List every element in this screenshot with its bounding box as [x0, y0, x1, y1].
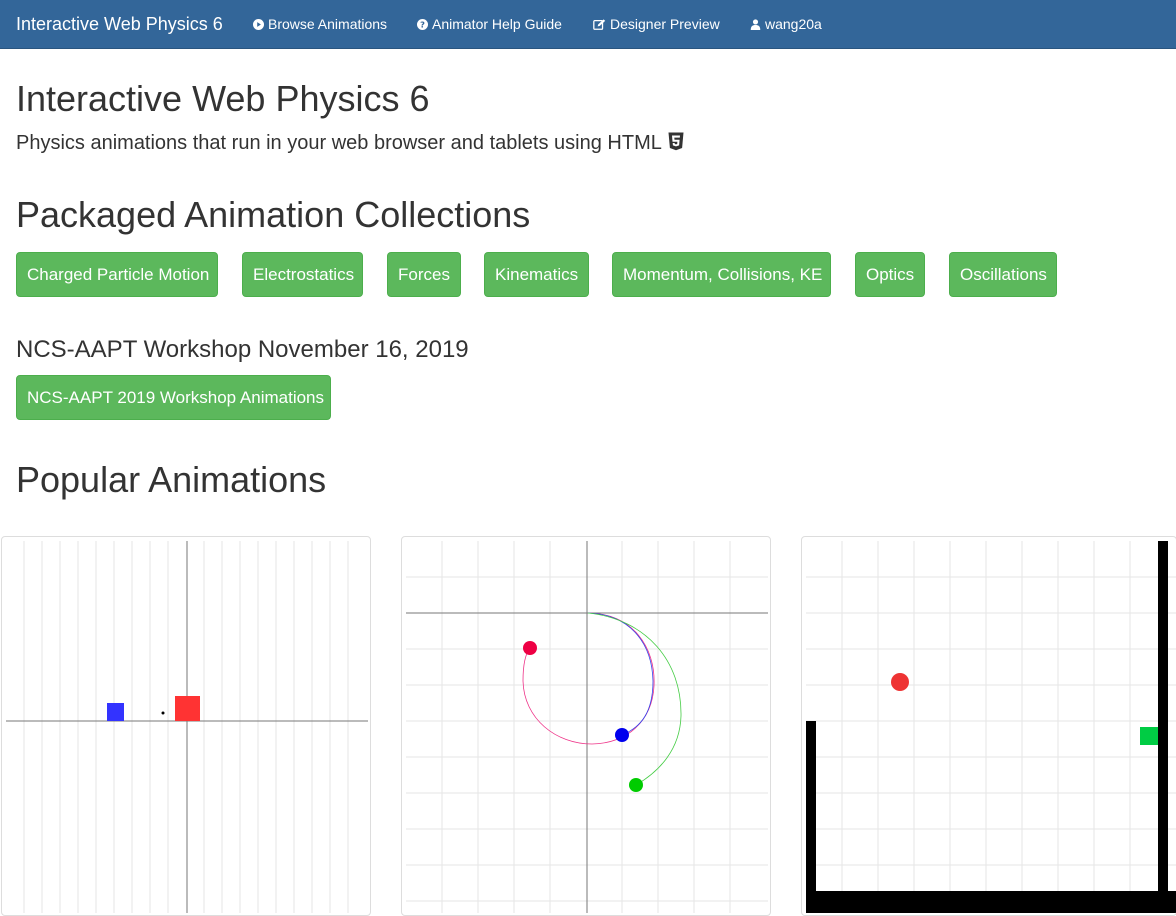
question-circle-icon: ?: [417, 19, 428, 30]
nav-user[interactable]: wang20a: [750, 15, 822, 33]
page-lead-text: Physics animations that run in your web …: [16, 132, 662, 154]
collection-button-oscillations[interactable]: Oscillations: [949, 252, 1057, 297]
edit-icon: [593, 19, 606, 30]
nav-user-label: wang20a: [765, 16, 822, 32]
popular-animation-projectile-box[interactable]: [801, 536, 1176, 916]
projectile-box-animation-canvas: [806, 541, 1176, 913]
nav-animator-help-guide[interactable]: ? Animator Help Guide: [417, 15, 562, 33]
collection-button-optics[interactable]: Optics: [855, 252, 925, 297]
red-ball: [891, 673, 909, 691]
nav-browse-animations-label: Browse Animations: [268, 16, 388, 32]
grid-lines: [23, 541, 349, 913]
brand-link[interactable]: Interactive Web Physics 6: [16, 13, 223, 35]
svg-text:?: ?: [420, 20, 425, 30]
blue-block: [107, 703, 124, 721]
collection-button-electrostatics[interactable]: Electrostatics: [242, 252, 363, 297]
floor: [806, 891, 1176, 913]
nav-designer-preview[interactable]: Designer Preview: [593, 15, 720, 33]
popular-animation-collision[interactable]: [1, 536, 371, 916]
html5-icon: [668, 132, 684, 157]
collection-button-forces[interactable]: Forces: [387, 252, 461, 297]
collision-animation-canvas: [6, 541, 368, 913]
pink-trajectory: [522, 612, 655, 745]
left-wall: [806, 721, 816, 913]
blue-ball: [615, 728, 629, 742]
collection-button-momentum-collisions-ke[interactable]: Momentum, Collisions, KE: [612, 252, 831, 297]
red-ball: [523, 641, 537, 655]
center-dot: [161, 711, 165, 715]
collections-heading: Packaged Animation Collections: [16, 194, 531, 235]
grid-lines: [806, 541, 1176, 913]
red-block: [175, 696, 200, 721]
nav-browse-animations[interactable]: Browse Animations: [253, 15, 387, 33]
green-block: [1140, 727, 1158, 745]
page-lead: Physics animations that run in your web …: [16, 131, 684, 157]
circular-motion-animation-canvas: [406, 541, 768, 913]
page-title: Interactive Web Physics 6: [16, 78, 430, 119]
green-ball: [629, 778, 643, 792]
user-icon: [750, 19, 761, 30]
collection-button-charged-particle-motion[interactable]: Charged Particle Motion: [16, 252, 218, 297]
workshop-heading: NCS-AAPT Workshop November 16, 2019: [16, 336, 469, 363]
green-trajectory: [587, 612, 682, 786]
collection-button-kinematics[interactable]: Kinematics: [484, 252, 589, 297]
nav-designer-preview-label: Designer Preview: [610, 16, 720, 32]
workshop-animations-button[interactable]: NCS-AAPT 2019 Workshop Animations: [16, 375, 331, 420]
popular-heading: Popular Animations: [16, 459, 327, 500]
popular-animation-circular-motion[interactable]: [401, 536, 771, 916]
right-wall: [1158, 541, 1168, 913]
nav-animator-help-guide-label: Animator Help Guide: [432, 16, 562, 32]
top-navbar: Interactive Web Physics 6 Browse Animati…: [0, 0, 1176, 49]
play-circle-icon: [253, 19, 264, 30]
blue-trajectory: [587, 612, 654, 736]
